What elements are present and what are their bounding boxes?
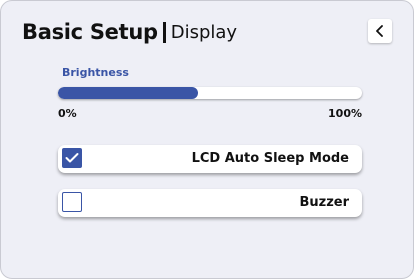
lcd-auto-sleep-option[interactable]: LCD Auto Sleep Mode — [58, 145, 362, 173]
lcd-auto-sleep-checkbox[interactable] — [62, 148, 82, 168]
back-button[interactable] — [368, 19, 392, 43]
brightness-label: Brightness — [62, 66, 129, 79]
title-separator — [162, 21, 166, 43]
page-title: Basic Setup — [22, 20, 158, 44]
buzzer-option[interactable]: Buzzer — [58, 189, 362, 217]
buzzer-label: Buzzer — [299, 195, 349, 210]
lcd-auto-sleep-label: LCD Auto Sleep Mode — [191, 151, 349, 166]
brightness-min-label: 0% — [58, 107, 77, 120]
brightness-slider-fill — [58, 87, 198, 99]
chevron-left-icon — [375, 24, 385, 38]
page-subtitle: Display — [170, 21, 238, 43]
checkmark-icon — [65, 153, 79, 163]
brightness-slider[interactable] — [58, 87, 362, 99]
buzzer-checkbox[interactable] — [62, 192, 82, 212]
brightness-max-label: 100% — [328, 107, 362, 120]
display-setup-screen: Basic Setup Display Brightness 0% 100% L… — [0, 0, 414, 279]
page-header: Basic Setup Display — [22, 15, 237, 49]
